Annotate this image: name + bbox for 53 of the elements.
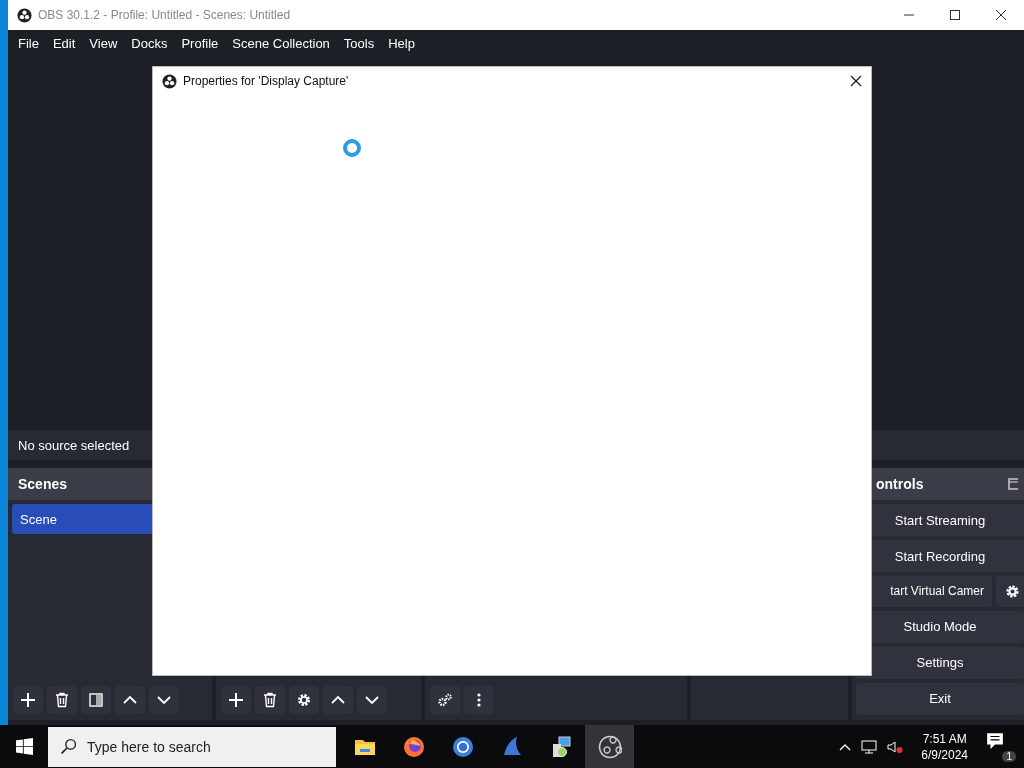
gear-icon	[1005, 583, 1020, 599]
advanced-audio-button[interactable]	[430, 686, 460, 714]
plus-icon	[228, 692, 244, 708]
notification-count: 1	[1002, 750, 1016, 762]
menu-item[interactable]: Help	[381, 35, 422, 51]
settings-button[interactable]	[996, 576, 1024, 607]
filter-icon	[88, 692, 104, 708]
dock-title: Scenes	[18, 476, 68, 492]
undock-icon[interactable]	[1008, 478, 1018, 490]
menu-item[interactable]: View	[82, 35, 125, 51]
obs-logo-icon	[17, 7, 32, 23]
settings-button[interactable]	[289, 686, 319, 714]
source-status: No source selected	[18, 437, 130, 453]
plus-icon	[20, 692, 36, 708]
network-icon[interactable]	[861, 739, 878, 754]
clock-time: 7:51 AM	[922, 730, 967, 747]
windows-logo-icon	[15, 738, 33, 755]
more-button[interactable]	[464, 686, 494, 714]
move-up-button[interactable]	[115, 686, 145, 714]
message-icon	[986, 731, 1004, 750]
menu-item[interactable]: Tools	[336, 35, 382, 51]
control-button[interactable]: Settings	[856, 646, 1024, 679]
control-button[interactable]: Exit	[856, 682, 1024, 716]
notifications-button[interactable]: 1	[986, 731, 1016, 762]
clock-date: 6/9/2024	[921, 746, 968, 763]
move-down-button[interactable]	[357, 686, 387, 714]
gear-icon	[296, 692, 312, 708]
window-title: OBS 30.1.2 - Profile: Untitled - Scenes: Untitled	[38, 8, 291, 22]
menu-item[interactable]: Docks	[124, 35, 175, 51]
move-up-button[interactable]	[323, 686, 353, 714]
delete-button[interactable]	[47, 686, 77, 714]
move-down-button[interactable]	[149, 686, 179, 714]
obs-logo-icon	[162, 73, 177, 89]
filter-button[interactable]	[81, 686, 111, 714]
dock-title: ontrols	[876, 476, 924, 492]
close-icon	[995, 9, 1007, 21]
show-hidden-icons-icon[interactable]	[839, 742, 852, 751]
delete-button[interactable]	[255, 686, 285, 714]
add-button[interactable]	[13, 686, 43, 714]
close-icon	[850, 75, 862, 87]
dialog-title: Properties for 'Display Capture'	[183, 74, 349, 88]
menu-item[interactable]: File	[11, 35, 46, 51]
maximize-icon	[949, 9, 961, 21]
search-field[interactable]: Type here to search	[48, 726, 336, 767]
trash-icon	[54, 692, 70, 708]
menu-item[interactable]: Edit	[45, 35, 83, 51]
gears-icon	[437, 692, 453, 708]
menu-item[interactable]: Profile	[174, 35, 226, 51]
trash-icon	[262, 692, 278, 708]
menu-item[interactable]: Scene Collection	[225, 35, 337, 51]
obs-taskbar-icon[interactable]	[585, 725, 634, 768]
volume-muted-icon[interactable]	[887, 739, 904, 754]
add-button[interactable]	[221, 686, 251, 714]
